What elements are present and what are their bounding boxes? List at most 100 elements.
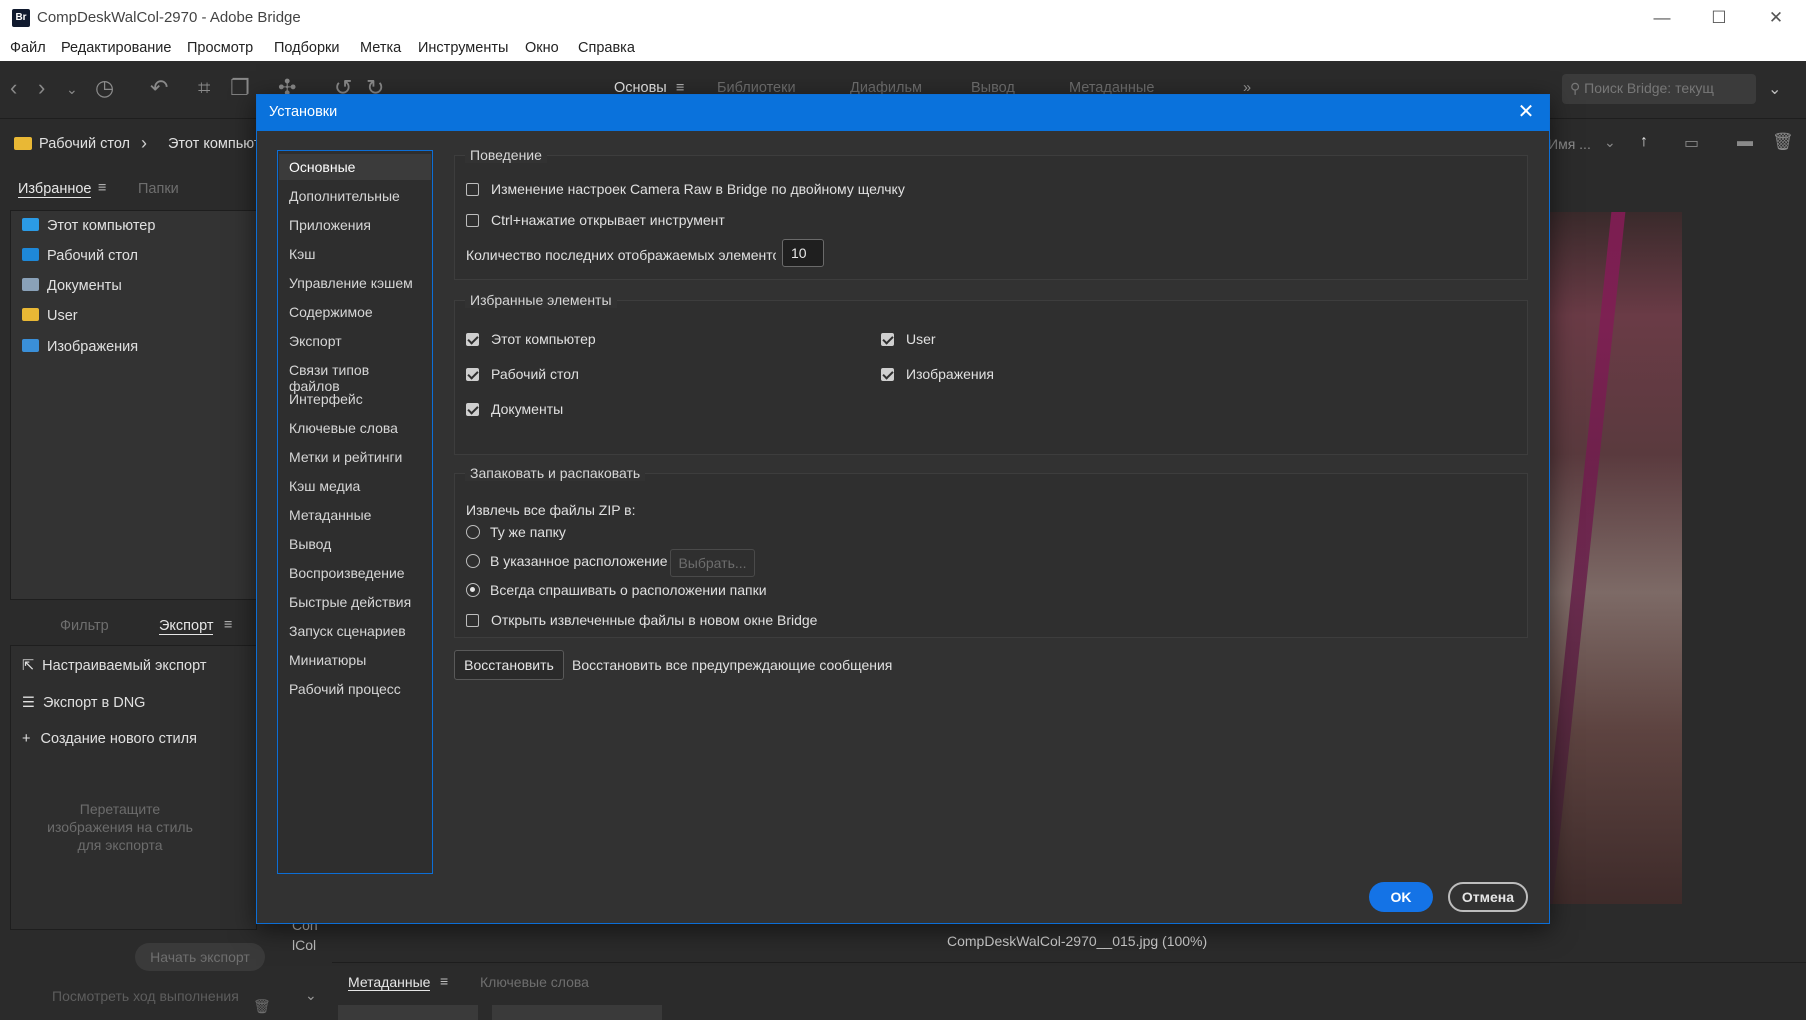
restore-description: Восстановить все предупреждающие сообщен… [572,657,893,673]
partial-text-2: lCol [292,937,317,953]
export-custom[interactable]: ⇱ Настраиваемый экспорт [22,658,206,674]
favorite-pictures[interactable]: Изображения [22,339,138,355]
zip-same-folder-radio[interactable]: Ту же папку [466,524,566,540]
tab-filter[interactable]: Фильтр [60,618,109,634]
checkbox-checked [466,368,479,381]
ctrl-click-checkbox[interactable]: Ctrl+нажатие открывает инструмент [466,212,725,228]
favorite-items-label: Избранные элементы [465,292,617,308]
boomerang-icon[interactable]: ↶ [150,75,168,101]
category-playback[interactable]: Воспроизведение [279,560,431,586]
breadcrumb-this-pc[interactable]: Этот компьюте [168,136,268,152]
back-icon[interactable]: ‹ [10,75,17,101]
start-export-button[interactable]: Начать экспорт [135,943,265,971]
tab-metadata[interactable]: Метаданные [348,974,431,991]
category-cache-management[interactable]: Управление кэшем [279,270,431,296]
maximize-button[interactable]: ☐ [1696,4,1742,32]
category-workflow[interactable]: Рабочий процесс [279,676,431,702]
close-icon[interactable]: ✕ [1513,99,1539,125]
export-new-preset[interactable]: + Создание нового стиля [22,731,197,747]
category-quick-actions[interactable]: Быстрые действия [279,589,431,615]
computer-icon [22,218,39,231]
search-options-chevron-icon[interactable]: ⌄ [1768,79,1781,99]
category-interface[interactable]: Интерфейс [279,386,431,412]
plus-icon: + [22,731,31,747]
favorite-this-pc[interactable]: Этот компьютер [22,218,155,234]
behavior-label: Поведение [465,147,547,163]
menu-stacks[interactable]: Подборки [274,40,340,56]
category-file-type-associations[interactable]: Связи типов файлов [279,357,431,394]
fav-this-pc-checkbox[interactable]: Этот компьютер [466,331,596,347]
tab-keywords[interactable]: Ключевые слова [480,974,589,990]
tab-favorites[interactable]: Избранное [18,181,92,198]
category-output[interactable]: Вывод [279,531,431,557]
fav-desktop-checkbox[interactable]: Рабочий стол [466,366,579,382]
category-general[interactable]: Основные [279,154,431,180]
minimize-button[interactable]: — [1639,4,1685,32]
choose-location-button[interactable]: Выбрать... [670,549,755,577]
menu-tools[interactable]: Инструменты [418,40,508,56]
chevron-down-icon[interactable]: ⌄ [66,81,78,98]
checkbox-label: Изменение настроек Camera Raw в Bridge п… [491,181,905,197]
category-applications[interactable]: Приложения [279,212,431,238]
category-labels-ratings[interactable]: Метки и рейтинги [279,444,431,470]
favorite-user[interactable]: User [22,308,78,324]
menu-edit[interactable]: Редактирование [61,40,171,56]
checkbox-checked [466,403,479,416]
favorites-menu-icon[interactable]: ≡ [98,180,106,196]
fav-user-checkbox[interactable]: User [881,331,936,347]
copy-icon[interactable]: ❐ [230,75,250,101]
cancel-button[interactable]: Отмена [1448,882,1528,912]
open-recent-icon[interactable]: ▭ [1684,133,1699,153]
recent-icon[interactable]: ◷ [95,75,114,101]
export-menu-icon[interactable]: ≡ [224,617,232,633]
forward-icon[interactable]: › [38,75,45,101]
export-icon: ⇱ [22,658,35,674]
open-in-new-window-checkbox[interactable]: Открыть извлеченные файлы в новом окне B… [466,612,817,628]
menu-file[interactable]: Файл [10,40,46,56]
export-list [10,645,257,930]
sort-direction-icon[interactable]: ↑ [1640,133,1648,151]
menu-bar: Файл Редактирование Просмотр Подборки Ме… [0,36,1806,61]
category-export[interactable]: Экспорт [279,328,431,354]
category-advanced[interactable]: Дополнительные [279,183,431,209]
ok-button[interactable]: OK [1369,882,1433,912]
zip-always-ask-radio[interactable]: Всегда спрашивать о расположении папки [466,582,767,598]
fav-documents-checkbox[interactable]: Документы [466,401,563,417]
tab-export[interactable]: Экспорт [159,618,214,635]
camera-raw-checkbox[interactable]: Изменение настроек Camera Raw в Bridge п… [466,181,905,197]
tab-folders[interactable]: Папки [138,181,179,197]
category-thumbnails[interactable]: Миниатюры [279,647,431,673]
view-progress-link[interactable]: Посмотреть ход выполнения [52,988,239,1004]
favorite-documents[interactable]: Документы [22,278,122,294]
export-dng[interactable]: ☰ Экспорт в DNG [22,695,145,711]
zip-specified-location-radio[interactable]: В указанное расположение [466,553,668,569]
category-content[interactable]: Содержимое [279,299,431,325]
category-keywords[interactable]: Ключевые слова [279,415,431,441]
new-folder-icon[interactable]: ▬ [1737,133,1753,151]
recent-items-input[interactable]: 10 [782,239,824,267]
category-metadata[interactable]: Метаданные [279,502,431,528]
radio-unselected [466,525,480,539]
checkbox-label: Открыть извлеченные файлы в новом окне B… [491,612,818,628]
breadcrumb-desktop[interactable]: Рабочий стол [39,136,130,152]
sort-dropdown[interactable]: Имя ... [1548,136,1591,152]
menu-window[interactable]: Окно [525,40,559,56]
recent-items-label: Количество последних отображаемых элемен… [466,247,776,263]
category-cache[interactable]: Кэш [279,241,431,267]
collapse-chevron-icon[interactable]: ⌄ [305,987,317,1004]
menu-help[interactable]: Справка [578,40,635,56]
menu-label[interactable]: Метка [360,40,401,56]
trash-icon[interactable]: 🗑 [253,998,271,1015]
category-media-cache[interactable]: Кэш медиа [279,473,431,499]
menu-view[interactable]: Просмотр [187,40,253,56]
search-input[interactable]: ⚲ Поиск Bridge: текущ [1562,74,1756,104]
metadata-menu-icon[interactable]: ≡ [440,973,448,989]
restore-button[interactable]: Восстановить [454,650,564,680]
sort-chevron-icon[interactable]: ⌄ [1604,134,1616,151]
delete-icon[interactable]: 🗑 [1772,132,1794,152]
fav-pictures-checkbox[interactable]: Изображения [881,366,994,382]
close-window-button[interactable]: ✕ [1753,4,1799,32]
favorite-desktop[interactable]: Рабочий стол [22,248,138,264]
camera-icon[interactable]: ⌗ [198,75,210,101]
category-startup-scripts[interactable]: Запуск сценариев [279,618,431,644]
